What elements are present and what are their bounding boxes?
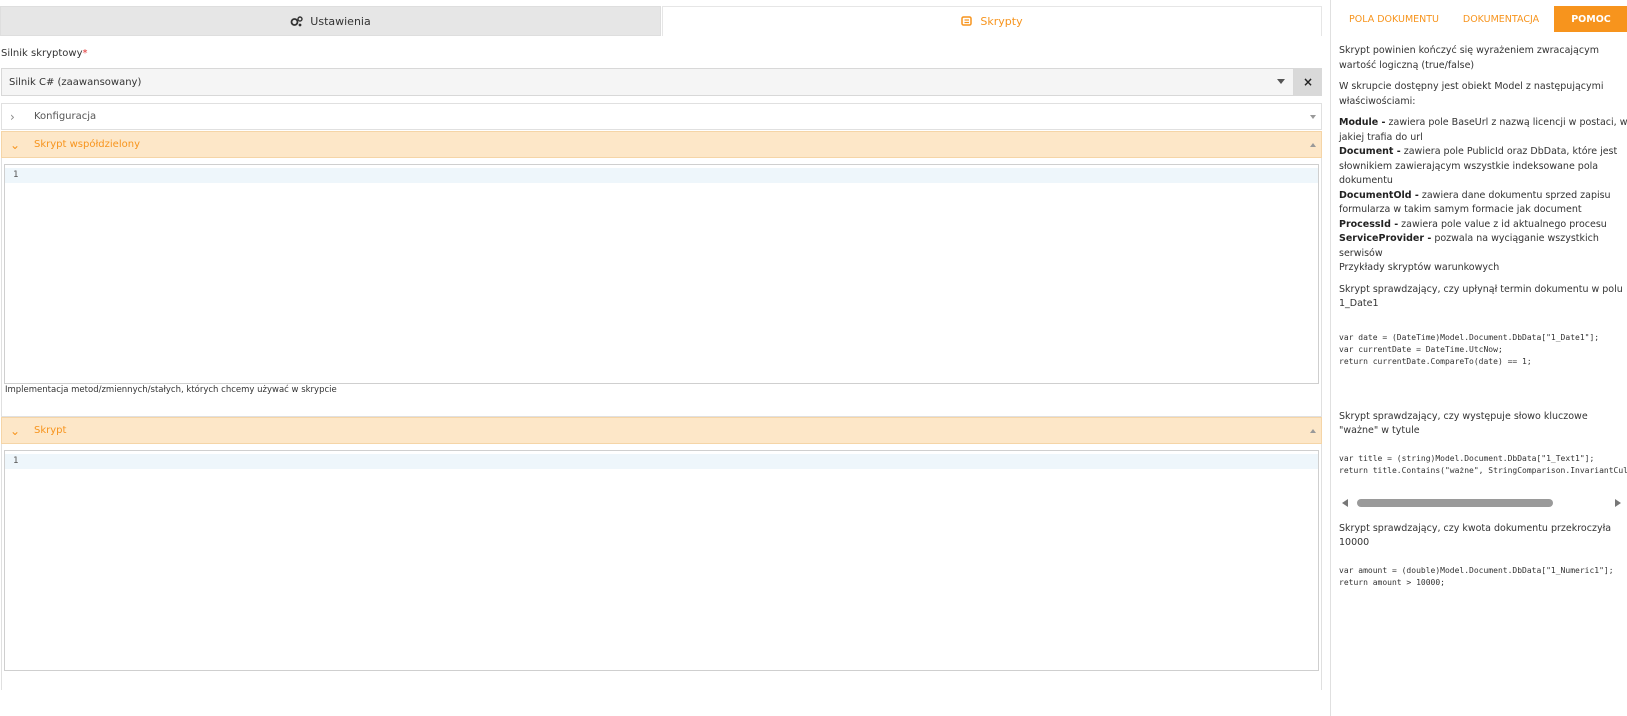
chevron-down-icon xyxy=(1277,79,1285,84)
prop-desc: zawiera pole value z id aktualnego proce… xyxy=(1398,218,1607,230)
engine-select-value: Silnik C# (zaawansowany) xyxy=(9,76,142,88)
tab-help[interactable]: POMOC xyxy=(1554,6,1627,32)
example-1-title: Skrypt sprawdzający, czy upłynął termin … xyxy=(1339,283,1623,310)
example-1-code: var date = (DateTime)Model.Document.DbDa… xyxy=(1339,332,1600,366)
examples-title: Przykłady skryptów warunkowych xyxy=(1339,262,1500,273)
tab-scripts[interactable]: Skrypty xyxy=(662,6,1322,36)
config-section-header[interactable]: › Konfiguracja xyxy=(1,103,1322,130)
active-line xyxy=(5,454,1318,469)
help-intro: Skrypt powinien kończyć się wyrażeniem z… xyxy=(1339,45,1599,71)
prop-name: Module - xyxy=(1339,117,1386,128)
config-section-title: Konfiguracja xyxy=(34,111,97,122)
tab-settings[interactable]: Ustawienia xyxy=(0,6,661,36)
script-editor[interactable]: 1 xyxy=(4,450,1319,671)
script-settings-panel: Ustawienia Skrypty Silnik skryptowy* Sil… xyxy=(0,0,1322,716)
tab-scripts-label: Skrypty xyxy=(980,15,1023,28)
scroll-right-icon[interactable] xyxy=(1615,498,1621,507)
prop-process-id: ProcessId - zawiera pole value z id aktu… xyxy=(1339,218,1627,233)
help-tab-bar: POLA DOKUMENTU DOKUMENTACJA POMOC xyxy=(1331,6,1627,32)
example-3-title: Skrypt sprawdzający, czy kwota dokumentu… xyxy=(1339,522,1612,549)
script-title: Skrypt xyxy=(34,425,67,436)
shared-script-hint: Implementacja metod/zmiennych/stałych, k… xyxy=(5,385,337,395)
prop-name: Document - xyxy=(1339,146,1401,157)
shared-script-editor[interactable]: 1 xyxy=(4,164,1319,384)
tab-bar: Ustawienia Skrypty xyxy=(0,6,1322,36)
line-number: 1 xyxy=(13,170,19,180)
engine-select[interactable]: Silnik C# (zaawansowany) xyxy=(1,68,1294,96)
prop-document: Document - zawiera pole PublicId oraz Db… xyxy=(1339,145,1627,189)
code-scrollbar[interactable] xyxy=(1339,497,1621,509)
required-mark: * xyxy=(82,48,88,59)
shared-script-header[interactable]: ⌄ Skrypt współdzielony xyxy=(1,131,1322,158)
engine-label-text: Silnik skryptowy xyxy=(1,48,83,59)
chevron-right-icon: › xyxy=(10,110,15,124)
engine-label: Silnik skryptowy* xyxy=(1,48,88,59)
line-number: 1 xyxy=(13,456,19,466)
scroll-icon xyxy=(961,16,973,27)
prop-module: Module - zawiera pole BaseUrl z nazwą li… xyxy=(1339,116,1627,145)
active-line xyxy=(5,168,1318,183)
scroll-left-icon[interactable] xyxy=(1342,498,1348,507)
help-sidebar: POLA DOKUMENTU DOKUMENTACJA POMOC Skrypt… xyxy=(1330,0,1627,716)
collapse-icon xyxy=(1310,429,1316,433)
example-2-code: var title = (string)Model.Document.DbDat… xyxy=(1339,453,1627,475)
help-model-intro: W skrupcie dostępny jest obiekt Model z … xyxy=(1339,81,1604,107)
prop-name: ServiceProvider - xyxy=(1339,233,1432,244)
example-3-code: var amount = (double)Model.Document.DbDa… xyxy=(1339,565,1614,587)
expand-icon xyxy=(1310,115,1316,119)
help-content: Skrypt powinien kończyć się wyrażeniem z… xyxy=(1339,44,1627,589)
prop-name: ProcessId - xyxy=(1339,218,1399,230)
tab-settings-label: Ustawienia xyxy=(310,14,371,28)
tab-document-fields[interactable]: POLA DOKUMENTU xyxy=(1341,6,1447,32)
prop-document-old: DocumentOld - zawiera dane dokumentu spr… xyxy=(1339,189,1627,218)
prop-name: DocumentOld - xyxy=(1339,189,1419,201)
prop-service-provider: ServiceProvider - pozwala na wyciąganie … xyxy=(1339,232,1627,261)
tab-documentation[interactable]: DOKUMENTACJA xyxy=(1451,6,1551,32)
collapse-icon xyxy=(1310,143,1316,147)
gears-icon xyxy=(290,15,303,27)
shared-script-title: Skrypt współdzielony xyxy=(34,139,140,150)
scrollbar-thumb[interactable] xyxy=(1357,498,1553,507)
clear-engine-button[interactable]: × xyxy=(1294,68,1322,96)
example-2-title: Skrypt sprawdzający, czy występuje słowo… xyxy=(1339,410,1588,437)
script-header[interactable]: ⌄ Skrypt xyxy=(1,417,1322,444)
chevron-down-icon: ⌄ xyxy=(10,424,21,438)
chevron-down-icon: ⌄ xyxy=(10,138,21,152)
